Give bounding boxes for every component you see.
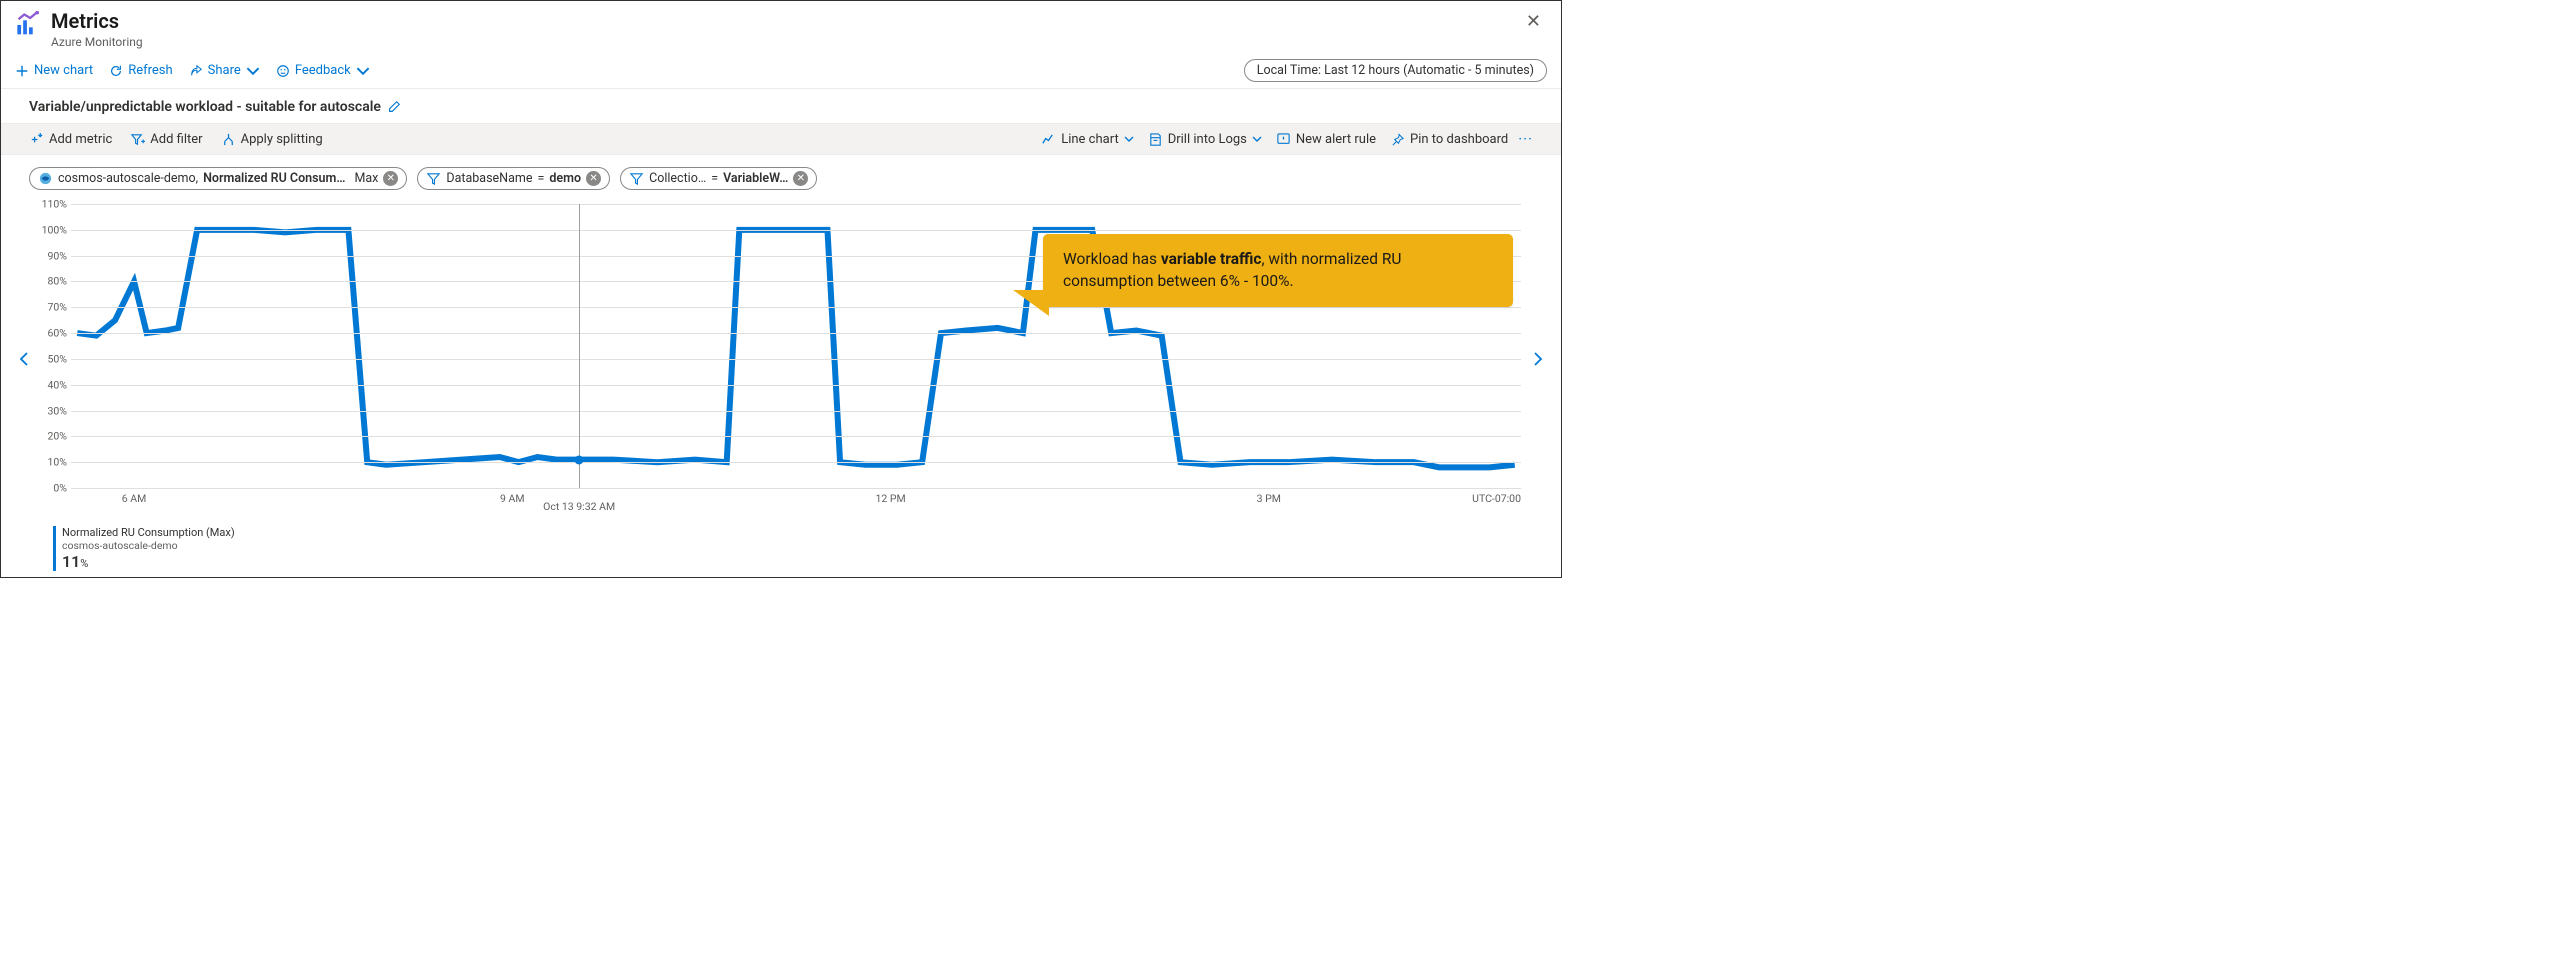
chevron-down-icon [356,64,370,78]
filter-pill-row: cosmos-autoscale-demo, Normalized RU Con… [1,155,1561,198]
split-icon [221,132,236,147]
share-icon [189,64,203,78]
x-tick-label: 12 PM [875,492,905,505]
x-tick-label: 9 AM [500,492,525,505]
y-tick-label: 70% [48,301,72,314]
y-tick-label: 10% [48,456,72,469]
timezone-label: UTC-07:00 [1472,492,1521,505]
refresh-icon [109,64,123,78]
time-range-picker[interactable]: Local Time: Last 12 hours (Automatic - 5… [1244,59,1547,82]
chart-title-row: Variable/unpredictable workload - suitab… [1,89,1561,123]
y-tick-label: 0% [53,482,71,495]
legend-scope: cosmos-autoscale-demo [62,539,235,552]
clear-icon[interactable]: ✕ [586,171,601,186]
command-bar: New chart Refresh Share Feedback Local T… [1,53,1561,89]
sparkle-plus-icon [29,132,44,147]
legend-value: 11 [62,552,80,571]
y-tick-label: 90% [48,249,72,262]
next-chart-button[interactable] [1525,204,1543,514]
page-subtitle: Azure Monitoring [51,35,1520,49]
cursor-line [579,204,580,488]
clear-icon[interactable]: ✕ [383,171,398,186]
y-tick-label: 60% [48,327,72,340]
drill-logs-button[interactable]: Drill into Logs [1148,132,1262,147]
legend-series-name: Normalized RU Consumption (Max) [62,526,235,539]
x-tick-label: 6 AM [122,492,147,505]
clear-icon[interactable]: ✕ [793,171,808,186]
plus-icon [15,64,29,78]
prev-chart-button[interactable] [19,204,37,514]
edit-icon[interactable] [387,100,401,114]
share-button[interactable]: Share [189,63,260,78]
chevron-right-icon [1533,351,1543,367]
legend[interactable]: Normalized RU Consumption (Max) cosmos-a… [53,526,235,571]
y-tick-label: 80% [48,275,72,288]
more-button[interactable]: ··· [1518,130,1533,148]
new-alert-button[interactable]: New alert rule [1276,132,1376,147]
chart-canvas[interactable]: 0%10%20%30%40%50%60%70%80%90%100%110%Oct… [37,204,1525,514]
filter-pill-database[interactable]: DatabaseName = demo ✕ [417,167,610,190]
new-chart-button[interactable]: New chart [15,63,93,78]
chevron-down-icon [1124,134,1134,144]
cursor-dot [575,455,584,464]
chart-area: 0%10%20%30%40%50%60%70%80%90%100%110%Oct… [19,204,1543,514]
y-tick-label: 40% [48,378,72,391]
close-button[interactable]: ✕ [1520,9,1547,34]
x-axis: UTC-07:00 6 AM 9 AM 12 PM 3 PM [71,492,1521,514]
chart-type-picker[interactable]: Line chart [1041,132,1133,147]
chart-toolbar: Add metric Add filter Apply splitting Li… [1,123,1561,155]
smiley-icon [276,64,290,78]
logs-icon [1148,132,1163,147]
metric-pill[interactable]: cosmos-autoscale-demo, Normalized RU Con… [29,167,407,190]
x-tick-label: 3 PM [1257,492,1281,505]
line-chart-icon [1041,132,1056,147]
filter-icon [426,171,441,186]
annotation-callout: Workload has variable traffic, with norm… [1043,234,1513,307]
chevron-left-icon [19,351,29,367]
alert-icon [1276,132,1291,147]
y-tick-label: 50% [48,352,72,365]
metrics-icon [15,11,43,39]
refresh-button[interactable]: Refresh [109,63,172,78]
pin-button[interactable]: Pin to dashboard [1390,132,1508,147]
page-header: Metrics Azure Monitoring ✕ [1,1,1561,53]
y-tick-label: 110% [42,198,71,211]
pin-icon [1390,132,1405,147]
chevron-down-icon [246,64,260,78]
chart-title: Variable/unpredictable workload - suitab… [29,99,381,115]
y-tick-label: 30% [48,404,72,417]
add-filter-button[interactable]: Add filter [130,132,202,147]
chevron-down-icon [1252,134,1262,144]
filter-pill-collection[interactable]: Collectio… = VariableW… ✕ [620,167,817,190]
y-tick-label: 100% [42,223,71,236]
y-tick-label: 20% [48,430,72,443]
filter-icon [629,171,644,186]
scope-icon [38,171,53,186]
apply-splitting-button[interactable]: Apply splitting [221,132,323,147]
page-title: Metrics [51,9,1520,33]
filter-plus-icon [130,132,145,147]
add-metric-button[interactable]: Add metric [29,132,112,147]
feedback-button[interactable]: Feedback [276,63,370,78]
